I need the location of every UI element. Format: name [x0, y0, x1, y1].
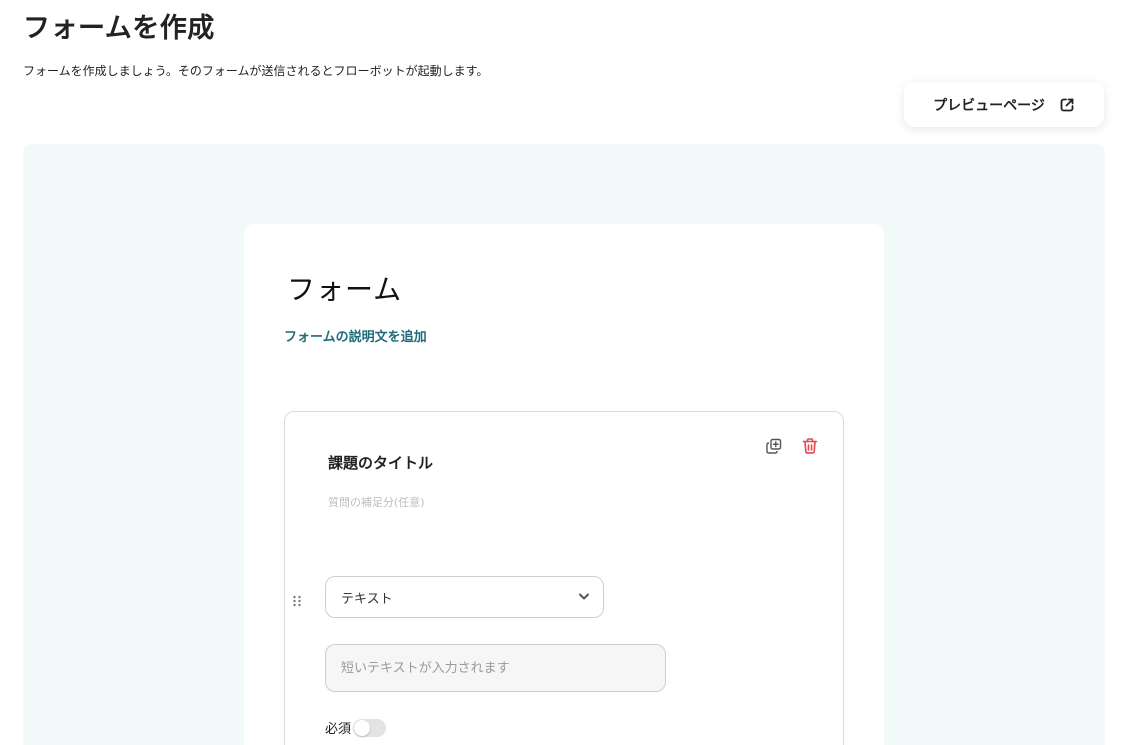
form-builder-page: フォームを作成 フォームを作成しましょう。そのフォームが送信されるとフローボット…: [0, 0, 1135, 745]
page-description: フォームを作成しましょう。そのフォームが送信されるとフローボットが起動します。: [23, 64, 489, 78]
page-title: フォームを作成: [23, 13, 215, 44]
required-label: 必須: [325, 722, 352, 737]
external-link-icon: [1059, 97, 1075, 113]
question-title[interactable]: 課題のタイトル: [328, 452, 433, 473]
form-card: フォーム フォームの説明文を追加 課題のタイトル 質問の補足分(任意) テキスト…: [244, 224, 884, 745]
required-row: 必須: [325, 718, 387, 737]
form-title[interactable]: フォーム: [287, 268, 402, 308]
preview-page-label: プレビューページ: [933, 97, 1045, 114]
question-supplement-field[interactable]: 質問の補足分(任意): [328, 494, 425, 510]
required-toggle[interactable]: [353, 718, 387, 737]
chevron-down-icon: [577, 588, 591, 607]
add-form-description-link[interactable]: フォームの説明文を追加: [284, 326, 427, 345]
question-type-select[interactable]: テキスト: [325, 576, 604, 618]
duplicate-icon[interactable]: [764, 436, 784, 456]
answer-preview-input[interactable]: [325, 644, 666, 692]
preview-page-button[interactable]: プレビューページ: [904, 82, 1104, 127]
trash-icon[interactable]: [800, 436, 820, 456]
question-type-value: テキスト: [341, 591, 393, 607]
drag-handle-icon[interactable]: [291, 593, 303, 607]
question-card: 課題のタイトル 質問の補足分(任意) テキスト 短いテキストが入力されます 必須: [284, 411, 844, 745]
toggle-knob: [354, 719, 371, 736]
